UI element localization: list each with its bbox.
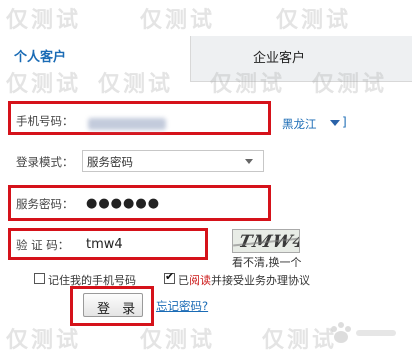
chevron-down-icon[interactable] [245,159,253,164]
login-mode-value: 服务密码 [87,155,133,169]
watermark-logo [322,318,402,348]
agree-prefix: 已 [178,274,189,287]
phone-label: 手机号码： [16,114,74,128]
login-mode-select[interactable]: 服务密码 [82,150,264,172]
watermark-text: 仅测试 [6,328,82,353]
region-selector[interactable]: 黑龙江 [282,116,317,132]
captcha-label: 验 证 码： [16,238,70,252]
region-bracket: ] [342,115,347,129]
watermark-text: 仅测试 [276,8,352,33]
watermark-text: 仅测试 [6,8,82,33]
remember-phone-checkbox[interactable] [34,273,45,284]
tab-personal-label: 个人客户 [14,50,67,65]
login-button-label: 登 录 [97,302,140,317]
watermark-text: 仅测试 [140,328,216,353]
paw-logo-icon [331,322,396,343]
phone-value-masked [88,118,166,130]
captcha-refresh-link[interactable]: 看不清,换一个 [232,254,302,270]
customer-tab-bar: 个人客户 企业客户 [0,36,412,82]
password-value: ●●●●●● [86,196,161,211]
watermark-text: 仅测试 [262,328,338,353]
forgot-password-link[interactable]: 忘记密码? [156,298,208,314]
watermark-text: 仅测试 [140,8,216,33]
tab-enterprise[interactable]: 企业客户 [190,36,412,82]
agree-terms-checkbox[interactable] [164,270,175,284]
triangle-down-icon[interactable] [330,120,340,126]
tab-personal[interactable]: 个人客户 [0,36,190,82]
agree-read-link[interactable]: 阅读 [189,274,211,287]
captcha-input-value: tmw4 [86,237,123,252]
tab-enterprise-label: 企业客户 [253,51,306,66]
agree-suffix: 并接受业务办理协议 [211,274,310,287]
password-label: 服务密码： [16,197,74,211]
login-button[interactable]: 登 录 [83,293,143,317]
captcha-image[interactable]: TMW4 [232,229,300,253]
agree-terms-label: 已阅读并接受业务办理协议 [178,272,310,288]
login-page: 个人客户 企业客户 手机号码： 黑龙江 ] 登录模式： 服务密码 服务密码： ●… [0,0,412,362]
login-mode-label: 登录模式： [16,155,74,169]
